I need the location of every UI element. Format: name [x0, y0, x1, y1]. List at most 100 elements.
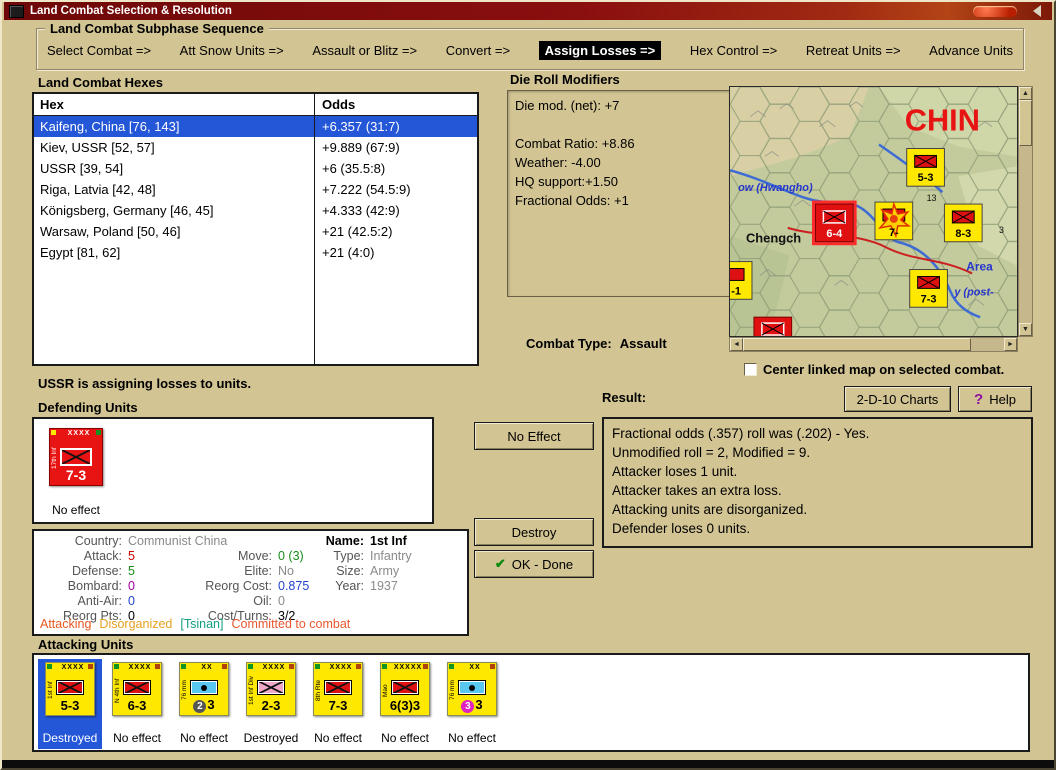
map-unit[interactable]: 8-3	[943, 203, 983, 243]
sequence-step[interactable]: Advance Units	[929, 43, 1013, 58]
text-line: Fractional odds (.357) roll was (.202) -…	[612, 426, 870, 441]
counter: XXXXX Mao 6(3)3	[380, 662, 430, 716]
odds-cell: +4.333 (42:9)	[322, 203, 400, 218]
odds-cell: +21 (4:0)	[322, 245, 375, 260]
scroll-left-icon[interactable]: ◄	[730, 338, 743, 351]
sequence-step[interactable]: Retreat Units =>	[806, 43, 901, 58]
unit-status: No effect	[52, 503, 100, 517]
window-title: Land Combat Selection & Resolution	[30, 5, 232, 17]
table-row[interactable]: Egypt [81, 62] +21 (4:0)	[34, 242, 477, 263]
detail-label: Size:	[336, 564, 364, 578]
titlebar-button[interactable]	[973, 5, 1017, 17]
map-unit-partial[interactable]	[753, 316, 793, 337]
counter: XX 76 mm 3 3	[447, 662, 497, 716]
unit-counter[interactable]: XXXX 1st Inf Div 2-3 Destroyed	[239, 659, 303, 749]
scrollbar-thumb[interactable]	[1019, 100, 1032, 146]
combat-value: 7-3	[328, 698, 348, 713]
artillery-symbol-icon	[190, 680, 218, 695]
center-map-checkbox[interactable]	[744, 363, 757, 376]
odds-cell: +7.222 (54.5:9)	[322, 182, 411, 197]
table-row[interactable]: Königsberg, Germany [46, 45] +4.333 (42:9…	[34, 200, 477, 221]
combat-value: 7-3	[65, 467, 87, 483]
scroll-right-icon[interactable]: ►	[1004, 338, 1017, 351]
combat-type-label: Combat Type:	[526, 336, 612, 351]
unit-counter[interactable]: XXXX N 4th Inf 6-3 No effect	[105, 659, 169, 749]
unit-counter[interactable]: XXXX 17th Inf 7-3 No effect	[40, 425, 112, 521]
center-map-label: Center linked map on selected combat.	[763, 362, 1005, 377]
result-title: Result:	[602, 390, 647, 405]
detail-value: Communist China	[128, 534, 228, 548]
hex-map[interactable]: CHIN ow (Hwangho) Chengch Area y (post- …	[729, 86, 1018, 337]
column-header-hex: Hex	[40, 97, 64, 112]
unit-size-label: XX	[469, 664, 481, 671]
unit-size-label: XXXXX	[393, 664, 423, 671]
unit-counter[interactable]: XX 76 mm 2 3 No effect	[172, 659, 236, 749]
unit-counter[interactable]: XXXX 8th Rte 7-3 No effect	[306, 659, 370, 749]
combat-type-value: Assault	[619, 336, 667, 351]
detail-value: 0	[128, 579, 135, 593]
unit-size-label: XXXX	[128, 664, 152, 671]
unit-counter[interactable]: XXXX 1st Inf 5-3 Destroyed	[38, 659, 102, 749]
detail-label: Defense:	[71, 564, 122, 578]
sequence-step[interactable]: Att Snow Units =>	[180, 43, 284, 58]
odds-cell: +6.357 (31:7)	[322, 119, 400, 134]
detail-label: Oil:	[253, 594, 272, 608]
map-vertical-scrollbar[interactable]: ▲ ▼	[1018, 86, 1033, 337]
combat-value: 6-3	[127, 698, 147, 713]
unit-size-label: XXXX	[67, 430, 91, 437]
detail-label: Anti-Air:	[77, 594, 122, 608]
map-unit[interactable]: 5-3	[906, 148, 945, 187]
unit-status: No effect	[113, 731, 161, 745]
ok-done-button[interactable]: ✔ OK - Done	[474, 550, 594, 578]
charts-button[interactable]: 2-D-10 Charts	[844, 386, 951, 412]
table-row[interactable]: Riga, Latvia [42, 48] +7.222 (54.5:9)	[34, 179, 477, 200]
infantry-symbol-icon	[56, 680, 84, 695]
map-unit-selected[interactable]: 6-4	[811, 200, 857, 246]
hex-cell: Kiev, USSR [52, 57]	[40, 140, 155, 155]
detail-label: Year:	[335, 579, 364, 593]
hex-cell: Kaifeng, China [76, 143]	[40, 119, 180, 134]
detail-label: Move:	[237, 549, 272, 563]
scroll-up-icon[interactable]: ▲	[1019, 87, 1032, 100]
text-line: Fractional Odds: +1	[515, 193, 629, 208]
sequence-step[interactable]: Convert =>	[446, 43, 510, 58]
no-effect-button[interactable]: No Effect	[474, 422, 594, 450]
unit-status: Destroyed	[42, 731, 98, 745]
unit-counter[interactable]: XX 76 mm 3 3 No effect	[440, 659, 504, 749]
speaker-icon	[1027, 5, 1041, 17]
sequence-step[interactable]: Hex Control =>	[690, 43, 777, 58]
detail-value: 0	[278, 594, 285, 608]
counter: XXXX 1st Inf Div 2-3	[246, 662, 296, 716]
table-row[interactable]: Kaifeng, China [76, 143] +6.357 (31:7)	[34, 116, 477, 137]
table-row[interactable]: Warsaw, Poland [50, 46] +21 (42.5:2)	[34, 221, 477, 242]
map-unit-partial[interactable]: -1	[729, 261, 753, 300]
hex-cell: Egypt [81, 62]	[40, 245, 121, 260]
sequence-step[interactable]: Assault or Blitz =>	[312, 43, 417, 58]
detail-label: Bombard:	[67, 579, 122, 593]
attacking-units-box: XXXX 1st Inf 5-3 Destroyed XXXX N 4th Inf 6-3 N…	[32, 653, 1030, 752]
map-unit-exploding[interactable]: 7-	[874, 201, 914, 241]
map-horizontal-scrollbar[interactable]: ◄ ►	[729, 337, 1018, 352]
hex-cell: Warsaw, Poland [50, 46]	[40, 224, 181, 239]
map-unit[interactable]: 7-3	[909, 269, 948, 308]
detail-label: Type:	[333, 549, 364, 563]
sequence-step[interactable]: Assign Losses =>	[538, 41, 662, 60]
sequence-step[interactable]: Select Combat =>	[47, 43, 151, 58]
scrollbar-thumb[interactable]	[743, 338, 971, 351]
infantry-symbol-icon	[123, 680, 151, 695]
detail-label: Attack:	[83, 549, 122, 563]
destroy-button[interactable]: Destroy	[474, 518, 594, 546]
svg-text:6-4: 6-4	[826, 228, 842, 240]
table-row[interactable]: Kiev, USSR [52, 57] +9.889 (67:9)	[34, 137, 477, 158]
detail-value: 5	[128, 549, 135, 563]
text-line: Die mod. (net): +7	[515, 98, 620, 113]
titlebar[interactable]: Land Combat Selection & Resolution	[4, 2, 1052, 20]
detail-label: Country:	[74, 534, 122, 548]
svg-text:7-: 7-	[889, 227, 899, 239]
help-button[interactable]: ? Help	[958, 386, 1032, 412]
unit-counter[interactable]: XXXXX Mao 6(3)3 No effect	[373, 659, 437, 749]
table-row[interactable]: USSR [39, 54] +6 (35.5:8)	[34, 158, 477, 179]
detail-value: 0 (3)	[278, 549, 304, 563]
scroll-down-icon[interactable]: ▼	[1019, 323, 1032, 336]
map-area-label-2: y (post-	[953, 286, 994, 298]
